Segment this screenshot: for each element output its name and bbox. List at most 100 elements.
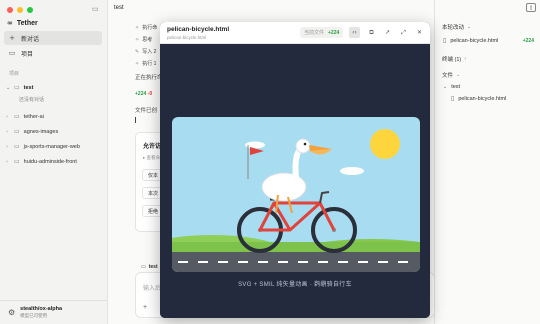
text-cursor <box>135 117 136 123</box>
close-window-button[interactable] <box>7 7 13 13</box>
project-item-js-sports-manager-web[interactable]: › ▭ js-sports-manager-web <box>6 143 80 150</box>
preview-header: pelican-bicycle.html pelican-bicycle.htm… <box>160 22 430 44</box>
diff-stats: +224 -0 <box>135 91 152 97</box>
changed-file-name: pelican-bicycle.html <box>450 37 499 44</box>
project-name: huidu-adminside-front <box>23 158 77 165</box>
log-entry[interactable]: ✧ 执行 1 <box>135 60 157 68</box>
projects-section-label: 项目 <box>9 71 20 77</box>
project-item-tether-ai[interactable]: › ▭ tether-ai <box>6 113 44 120</box>
project-name: js-sports-manager-web <box>23 143 80 150</box>
project-item-agnes-images[interactable]: › ▭ agnes-images <box>6 128 58 135</box>
user-info: stealth/ox-alpha 模型已可使用 <box>20 306 62 319</box>
log-entry[interactable]: ✧ 思考 <box>135 36 153 44</box>
spark-icon: ✧ <box>135 60 140 67</box>
preview-tab-group: 当前文件 +224 <box>300 27 344 38</box>
project-item-test[interactable]: ⌄ ▭ test <box>6 84 33 91</box>
folder-icon: ▭ <box>14 143 20 150</box>
user-name: stealth/ox-alpha <box>20 306 63 312</box>
tab-current-file[interactable]: 当前文件 <box>304 29 324 36</box>
empty-chats-label: 还没有对话 <box>19 97 45 103</box>
pencil-icon: ✎ <box>135 48 140 55</box>
file-preview-modal: pelican-bicycle.html pelican-bicycle.htm… <box>160 22 430 318</box>
permission-subtitle[interactable]: ▸ 查看命 <box>143 155 160 161</box>
log-text: 思考 <box>142 37 153 43</box>
spark-icon: ✧ <box>135 36 140 43</box>
sidebar-toggle-icon[interactable]: ▭ <box>92 5 99 13</box>
diff-removed: -0 <box>147 91 153 97</box>
new-chat-label: 新对话 <box>21 36 40 43</box>
folder-icon: ▭ <box>8 49 16 57</box>
file-name: pelican-bicycle.html <box>458 95 507 102</box>
file-icon: ▯ <box>451 95 455 102</box>
preview-caption: SVG + SMIL 纯矢量动画 · 鹈鹕骑自行车 <box>238 282 352 288</box>
log-text: 写入 2 <box>142 49 157 55</box>
chevron-down-icon: ⌄ <box>456 72 461 78</box>
app-name: Tether <box>16 19 38 27</box>
folder-icon: ▭ <box>14 128 20 135</box>
log-text: 执行命 <box>142 25 158 31</box>
copy-icon[interactable]: ⧉ <box>366 27 377 38</box>
preview-subtitle: pelican-bicycle.html <box>167 35 207 40</box>
chevron-down-icon: ⌄ <box>443 84 448 90</box>
fullscreen-icon[interactable]: ⤢ <box>398 27 409 38</box>
changes-section-header[interactable]: 本轮改动 ⌄ <box>442 23 471 31</box>
projects-label: 项目 <box>21 51 34 58</box>
open-external-icon[interactable]: ↗ <box>382 27 393 38</box>
preview-canvas: SVG + SMIL 纯矢量动画 · 鹈鹕骑自行车 <box>160 44 430 318</box>
input-project-chip[interactable]: ▭ test <box>141 264 158 270</box>
preview-title: pelican-bicycle.html <box>167 26 230 33</box>
log-entry[interactable]: ✎ 写入 2 <box>135 48 157 56</box>
close-icon[interactable]: ✕ <box>414 27 425 38</box>
spark-icon: ✧ <box>135 24 140 31</box>
project-name: agnes-images <box>23 128 59 135</box>
file-created-text: 文件已创 <box>135 108 158 114</box>
app-brand: ∞ Tether <box>7 19 38 27</box>
gear-icon: ⚙ <box>8 308 16 317</box>
changed-file-count: +224 <box>522 38 534 44</box>
preview-diff-count: +224 <box>328 29 340 36</box>
diff-added: +224 <box>135 91 147 97</box>
files-title: 文件 <box>442 73 454 79</box>
project-name: tether-ai <box>23 113 44 120</box>
terminal-title: 终端 (1) <box>442 57 462 63</box>
log-text: 执行 1 <box>142 61 157 67</box>
sidebar: ▭ ∞ Tether + 新对话 ▭ 项目 项目 ⌄ ▭ test 还没有对话 … <box>0 0 108 324</box>
folder-name: test <box>451 84 461 90</box>
minimize-window-button[interactable] <box>17 7 23 13</box>
project-item-huidu-adminside-front[interactable]: › ▭ huidu-adminside-front <box>6 158 77 165</box>
plus-icon: + <box>9 34 15 42</box>
projects-nav-item[interactable]: ▭ 项目 <box>4 46 102 60</box>
sun <box>370 129 400 159</box>
folder-icon: ▭ <box>14 158 20 165</box>
logo-icon: ∞ <box>7 19 13 27</box>
new-chat-button[interactable]: + 新对话 <box>4 31 102 45</box>
chevron-down-icon: ⌄ <box>467 24 472 30</box>
changes-title: 本轮改动 <box>442 25 465 31</box>
window-controls <box>7 7 33 13</box>
panel-toggle-icon[interactable]: ▯ <box>526 3 536 12</box>
chevron-right-icon: › <box>6 158 8 165</box>
zoom-window-button[interactable] <box>27 7 33 13</box>
changed-file-item[interactable]: ▯ pelican-bicycle.html <box>443 37 498 44</box>
user-status: 模型已可使用 <box>20 313 48 318</box>
file-tree-item[interactable]: ▯ pelican-bicycle.html <box>451 95 506 102</box>
files-section-header[interactable]: 文件 ⌄ <box>442 71 460 79</box>
attach-plus-icon[interactable]: + <box>143 304 147 311</box>
log-entry[interactable]: ✧ 执行命 <box>135 24 158 32</box>
chevron-right-icon: › <box>6 113 8 120</box>
running-status-text: 正在执行命 <box>135 75 163 81</box>
chat-title: test <box>114 5 124 11</box>
code-view-icon[interactable]: ‹› <box>349 27 360 38</box>
file-icon: ▯ <box>443 37 447 44</box>
user-account[interactable]: ⚙ stealth/ox-alpha 模型已可使用 <box>0 300 108 324</box>
folder-item[interactable]: ⌄ test <box>443 84 460 90</box>
pelican-bicycle-illustration <box>172 117 420 272</box>
chevron-down-icon: ⌄ <box>6 84 11 91</box>
cloud <box>340 167 364 175</box>
chevron-right-icon: › <box>464 56 467 62</box>
chevron-right-icon: › <box>6 128 8 135</box>
terminal-section-header[interactable]: 终端 (1) › <box>442 55 466 63</box>
right-panel: ▯ 本轮改动 ⌄ ▯ pelican-bicycle.html +224 终端 … <box>434 0 540 324</box>
app-window: ▭ ∞ Tether + 新对话 ▭ 项目 项目 ⌄ ▭ test 还没有对话 … <box>0 0 540 324</box>
chevron-right-icon: › <box>6 143 8 150</box>
